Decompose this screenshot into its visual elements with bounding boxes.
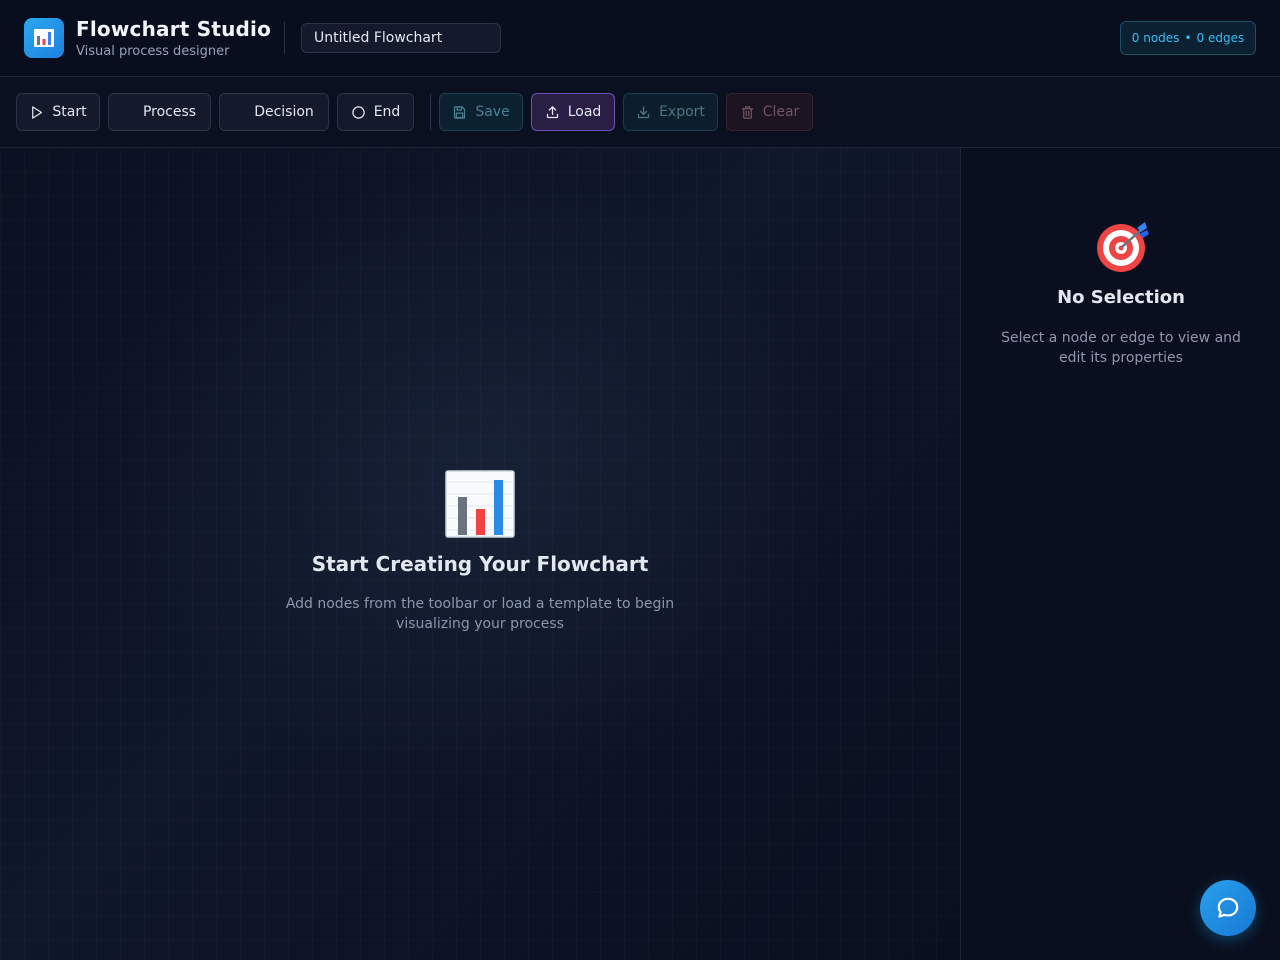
app-header: Flowchart Studio Visual process designer… xyxy=(0,0,1280,77)
edge-count: 0 edges xyxy=(1196,31,1245,45)
add-end-node-button[interactable]: End xyxy=(337,93,414,131)
stats-badge: 0 nodes • 0 edges xyxy=(1120,21,1256,55)
process-button-label: Process xyxy=(142,104,197,120)
toolbar-divider xyxy=(430,94,431,130)
add-decision-node-button[interactable]: Decision xyxy=(219,93,329,131)
chat-bubble-icon xyxy=(1217,897,1239,918)
decision-button-label: Decision xyxy=(254,104,314,120)
app-subtitle: Visual process designer xyxy=(76,44,230,59)
panel-description: Select a node or edge to view and edit i… xyxy=(1001,330,1241,366)
flowchart-name-input[interactable] xyxy=(301,23,501,53)
start-button-label: Start xyxy=(52,104,87,120)
save-icon xyxy=(454,105,466,119)
download-icon xyxy=(637,105,650,118)
header-divider xyxy=(284,22,285,54)
save-button[interactable]: Save xyxy=(439,93,523,131)
app-logo xyxy=(24,18,64,58)
add-process-node-button[interactable]: Process xyxy=(108,93,211,131)
trash-icon xyxy=(741,105,753,119)
bar-chart-emoji-icon xyxy=(445,470,515,538)
stats-separator: • xyxy=(1184,31,1192,45)
clear-button[interactable]: Clear xyxy=(726,93,813,131)
node-count: 0 nodes xyxy=(1131,31,1180,45)
bar-chart-icon xyxy=(34,29,54,47)
end-button-label: End xyxy=(373,104,401,120)
flowchart-canvas[interactable]: Start Creating Your Flowchart Add nodes … xyxy=(0,148,960,960)
empty-state-title: Start Creating Your Flowchart xyxy=(311,552,649,576)
target-icon xyxy=(1097,222,1149,272)
empty-state-description: Add nodes from the toolbar or load a tem… xyxy=(285,596,675,632)
app-title: Flowchart Studio xyxy=(76,17,272,41)
export-button[interactable]: Export xyxy=(623,93,718,131)
upload-icon xyxy=(546,105,558,118)
load-button[interactable]: Load xyxy=(531,93,615,131)
properties-panel: No Selection Select a node or edge to vi… xyxy=(960,148,1280,960)
clear-button-label: Clear xyxy=(762,104,800,120)
circle-icon xyxy=(351,105,365,119)
add-start-node-button[interactable]: Start xyxy=(16,93,100,131)
play-icon xyxy=(32,105,43,119)
toolbar: Start Process Decision End Save Load Exp… xyxy=(0,77,1280,148)
export-button-label: Export xyxy=(659,104,705,120)
load-button-label: Load xyxy=(567,104,602,120)
chat-button[interactable] xyxy=(1200,880,1256,936)
save-button-label: Save xyxy=(475,104,510,120)
panel-title: No Selection xyxy=(1057,287,1185,308)
